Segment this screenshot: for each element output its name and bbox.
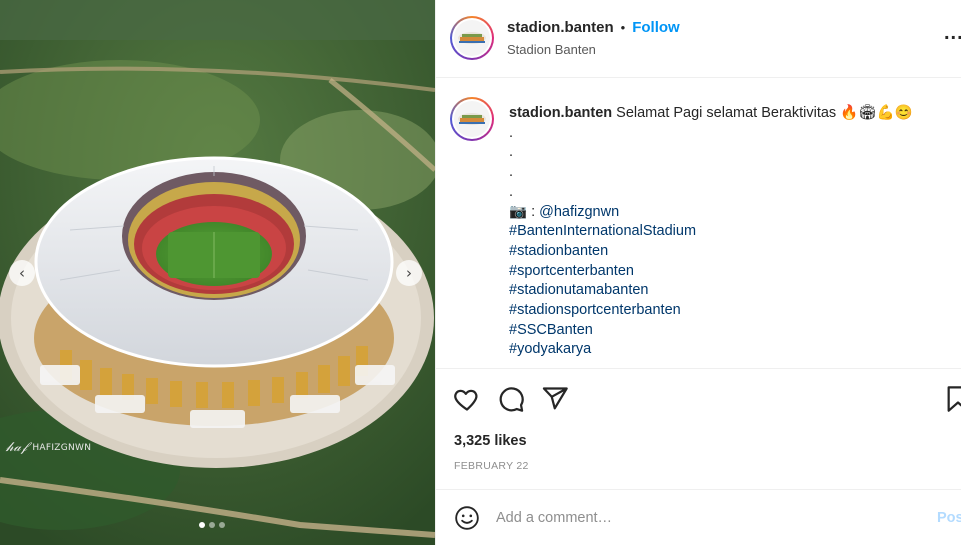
credit-mention-link[interactable]: @hafizgnwn	[539, 204, 619, 220]
post-header: stadion.banten • Follow Stadion Banten .…	[436, 0, 961, 78]
hashtag-link[interactable]: #stadionutamabanten	[509, 281, 949, 301]
hashtag-link[interactable]: #sportcenterbanten	[509, 262, 949, 282]
caption-dot-line: .	[509, 164, 514, 181]
hashtag-link[interactable]: #stadionbanten	[509, 242, 949, 262]
camera-credit-prefix: 📷 :	[509, 203, 540, 220]
avatar[interactable]	[450, 16, 494, 60]
comment-icon[interactable]	[497, 385, 525, 413]
carousel-dot	[199, 522, 205, 528]
share-icon[interactable]	[541, 385, 569, 413]
bookmark-icon[interactable]	[944, 385, 961, 413]
caption-avatar[interactable]	[450, 97, 494, 141]
comment-input[interactable]	[496, 506, 916, 530]
caption-text: stadion.banten Selamat Pagi selamat Bera…	[509, 104, 949, 360]
post-date[interactable]: FEBRUARY 22	[454, 460, 529, 472]
heart-icon[interactable]	[453, 385, 481, 413]
stadium-aerial-image	[0, 0, 435, 545]
post-sidebar: stadion.banten • Follow Stadion Banten .…	[435, 0, 961, 545]
photo-watermark: 𝒽𝒶𝒻 HAFIZGNWN	[6, 440, 91, 455]
hashtag-link[interactable]: #BantenInternationalStadium	[509, 222, 949, 242]
post-caption: stadion.banten Selamat Pagi selamat Bera…	[436, 78, 961, 368]
carousel-dot	[209, 522, 215, 528]
stadium-logo-icon	[454, 20, 490, 56]
post-photo[interactable]: ‹ › 𝒽𝒶𝒻 HAFIZGNWN	[0, 0, 435, 545]
carousel-prev-button[interactable]: ‹	[9, 260, 35, 286]
more-options-icon[interactable]: ...	[944, 22, 961, 45]
caption-dot-line: .	[509, 183, 514, 200]
watermark-text: HAFIZGNWN	[32, 442, 92, 453]
post-actions: 3,325 likes FEBRUARY 22	[436, 368, 961, 488]
hashtag-link[interactable]: #yodyakarya	[509, 340, 949, 360]
likes-count[interactable]: 3,325 likes	[454, 433, 527, 449]
carousel-indicator	[199, 522, 225, 528]
carousel-dot	[219, 522, 225, 528]
separator-dot: •	[620, 20, 626, 35]
post-comment-button[interactable]: Post	[937, 510, 961, 526]
caption-username[interactable]: stadion.banten	[509, 105, 612, 121]
watermark-signature: 𝒽𝒶𝒻	[6, 440, 28, 455]
hashtag-link[interactable]: #stadionsportcenterbanten	[509, 301, 949, 321]
location-link[interactable]: Stadion Banten	[507, 42, 596, 57]
emoji-icon[interactable]	[454, 505, 480, 531]
caption-dot-line: .	[509, 124, 514, 141]
stadium-logo-icon	[454, 101, 490, 137]
caption-body: Selamat Pagi selamat Beraktivitas 🔥🏟💪😊	[616, 105, 913, 121]
comment-bar: Post	[436, 489, 961, 545]
header-username[interactable]: stadion.banten	[507, 19, 614, 36]
follow-button[interactable]: Follow	[632, 19, 680, 36]
caption-dot-line: .	[509, 144, 514, 161]
carousel-next-button[interactable]: ›	[396, 260, 422, 286]
hashtag-link[interactable]: #SSCBanten	[509, 321, 949, 341]
photo-credit: 📷 : @hafizgnwn	[509, 203, 949, 223]
